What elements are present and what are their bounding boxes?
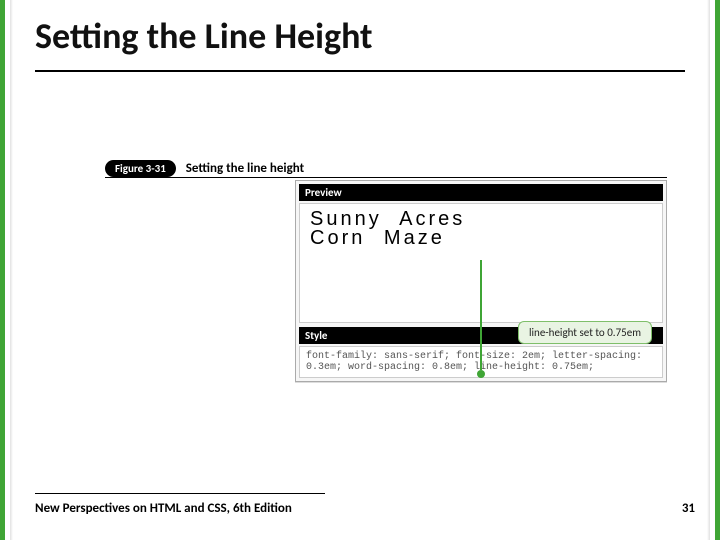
edge-shadow <box>10 0 13 540</box>
preview-label: Preview <box>299 184 663 201</box>
callout-anchor-icon <box>477 370 485 378</box>
preview-line-2: Corn Maze <box>310 229 652 248</box>
preview-box: Sunny Acres Corn Maze <box>299 203 663 323</box>
preview-text: Sunny Acres Corn Maze <box>310 210 652 248</box>
footer-book: New Perspectives on HTML and CSS, 6th Ed… <box>35 501 292 516</box>
figure-head-row: Figure 3-31 Setting the line height <box>105 160 667 178</box>
callout-bubble: line-height set to 0.75em <box>518 321 652 344</box>
page-title: Setting the Line Height <box>35 14 373 58</box>
figure-badge: Figure 3-31 <box>105 160 176 177</box>
figure-caption: Setting the line height <box>186 161 304 176</box>
slide: Setting the Line Height Figure 3-31 Sett… <box>0 0 720 540</box>
edge-shadow <box>707 0 710 540</box>
callout-connector <box>480 260 482 370</box>
figure-header: Figure 3-31 Setting the line height <box>105 160 667 180</box>
footer-rule <box>35 493 325 495</box>
title-rule <box>35 70 685 72</box>
page-number: 31 <box>682 501 695 516</box>
figure-panel: Preview Sunny Acres Corn Maze line-heigh… <box>295 180 667 382</box>
